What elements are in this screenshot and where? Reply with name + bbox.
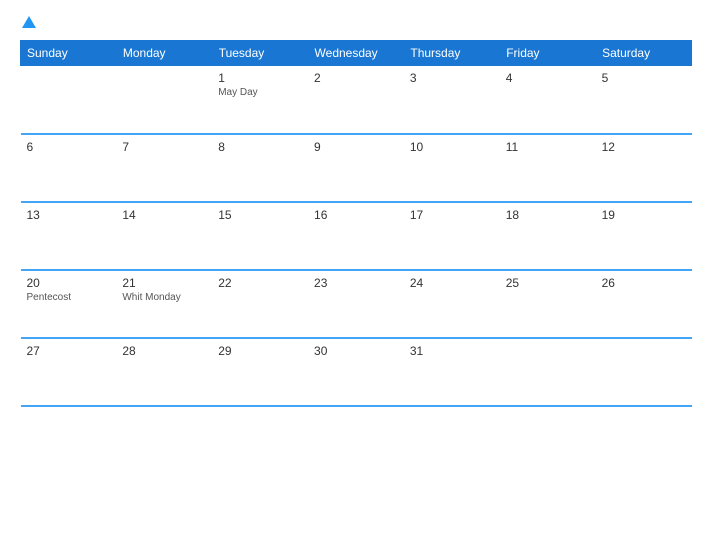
- holiday-label: Pentecost: [27, 292, 111, 303]
- calendar-cell: 1 May Day: [212, 66, 308, 134]
- day-number: 29: [218, 344, 302, 358]
- calendar-cell: 29: [212, 338, 308, 406]
- day-number: 21: [122, 276, 206, 290]
- calendar-cell: 11: [500, 134, 596, 202]
- weekday-header-wednesday: Wednesday: [308, 41, 404, 66]
- day-number: 15: [218, 208, 302, 222]
- day-number: 12: [602, 140, 686, 154]
- calendar-cell: 31: [404, 338, 500, 406]
- day-number: 25: [506, 276, 590, 290]
- day-number: 7: [122, 140, 206, 154]
- calendar-cell: 3: [404, 66, 500, 134]
- calendar-cell: 27: [21, 338, 117, 406]
- calendar-cell: [116, 66, 212, 134]
- day-number: 20: [27, 276, 111, 290]
- calendar-week-row: 27 28 29 30 31: [21, 338, 692, 406]
- day-number: 18: [506, 208, 590, 222]
- calendar-cell: 19: [596, 202, 692, 270]
- calendar-cell: [596, 338, 692, 406]
- calendar-cell: 26: [596, 270, 692, 338]
- day-number: 22: [218, 276, 302, 290]
- calendar-cell: 8: [212, 134, 308, 202]
- calendar-cell: 5: [596, 66, 692, 134]
- calendar-week-row: 6789 10 11 12: [21, 134, 692, 202]
- calendar-cell: 14: [116, 202, 212, 270]
- day-number: 31: [410, 344, 494, 358]
- calendar-week-row: 20 Pentecost 21 Whit Monday 22 23 24 25 26: [21, 270, 692, 338]
- calendar-cell: 10: [404, 134, 500, 202]
- calendar-cell: 13: [21, 202, 117, 270]
- day-number: 13: [27, 208, 111, 222]
- weekday-header-friday: Friday: [500, 41, 596, 66]
- day-number: 10: [410, 140, 494, 154]
- day-number: 4: [506, 71, 590, 85]
- calendar-cell: 24: [404, 270, 500, 338]
- weekday-header-tuesday: Tuesday: [212, 41, 308, 66]
- day-number: 8: [218, 140, 302, 154]
- calendar-week-row: 1 May Day 2345: [21, 66, 692, 134]
- calendar-cell: 18: [500, 202, 596, 270]
- calendar-cell: 28: [116, 338, 212, 406]
- day-number: 27: [27, 344, 111, 358]
- calendar-cell: 22: [212, 270, 308, 338]
- day-number: 2: [314, 71, 398, 85]
- logo: [20, 18, 36, 30]
- calendar-cell: 15: [212, 202, 308, 270]
- calendar-cell: 6: [21, 134, 117, 202]
- calendar-cell: 7: [116, 134, 212, 202]
- day-number: 24: [410, 276, 494, 290]
- calendar-cell: 17: [404, 202, 500, 270]
- day-number: 1: [218, 71, 302, 85]
- calendar-cell: 23: [308, 270, 404, 338]
- calendar-cell: 12: [596, 134, 692, 202]
- weekday-header-saturday: Saturday: [596, 41, 692, 66]
- calendar-week-row: 13 14 15 16 17 18 19: [21, 202, 692, 270]
- calendar-cell: [21, 66, 117, 134]
- day-number: 3: [410, 71, 494, 85]
- day-number: 6: [27, 140, 111, 154]
- calendar-cell: 9: [308, 134, 404, 202]
- day-number: 11: [506, 140, 590, 154]
- day-number: 23: [314, 276, 398, 290]
- weekday-header-row: SundayMondayTuesdayWednesdayThursdayFrid…: [21, 41, 692, 66]
- day-number: 14: [122, 208, 206, 222]
- calendar-table: SundayMondayTuesdayWednesdayThursdayFrid…: [20, 40, 692, 407]
- day-number: 28: [122, 344, 206, 358]
- calendar-cell: [500, 338, 596, 406]
- calendar-cell: 21 Whit Monday: [116, 270, 212, 338]
- calendar-cell: 16: [308, 202, 404, 270]
- day-number: 19: [602, 208, 686, 222]
- calendar-header: [20, 18, 692, 30]
- day-number: 26: [602, 276, 686, 290]
- weekday-header-monday: Monday: [116, 41, 212, 66]
- logo-triangle-icon: [22, 16, 36, 28]
- holiday-label: May Day: [218, 87, 302, 98]
- day-number: 9: [314, 140, 398, 154]
- weekday-header-thursday: Thursday: [404, 41, 500, 66]
- calendar-cell: 2: [308, 66, 404, 134]
- holiday-label: Whit Monday: [122, 292, 206, 303]
- day-number: 17: [410, 208, 494, 222]
- calendar-cell: 20 Pentecost: [21, 270, 117, 338]
- day-number: 16: [314, 208, 398, 222]
- weekday-header-sunday: Sunday: [21, 41, 117, 66]
- day-number: 30: [314, 344, 398, 358]
- calendar-cell: 4: [500, 66, 596, 134]
- calendar-cell: 25: [500, 270, 596, 338]
- day-number: 5: [602, 71, 686, 85]
- calendar-cell: 30: [308, 338, 404, 406]
